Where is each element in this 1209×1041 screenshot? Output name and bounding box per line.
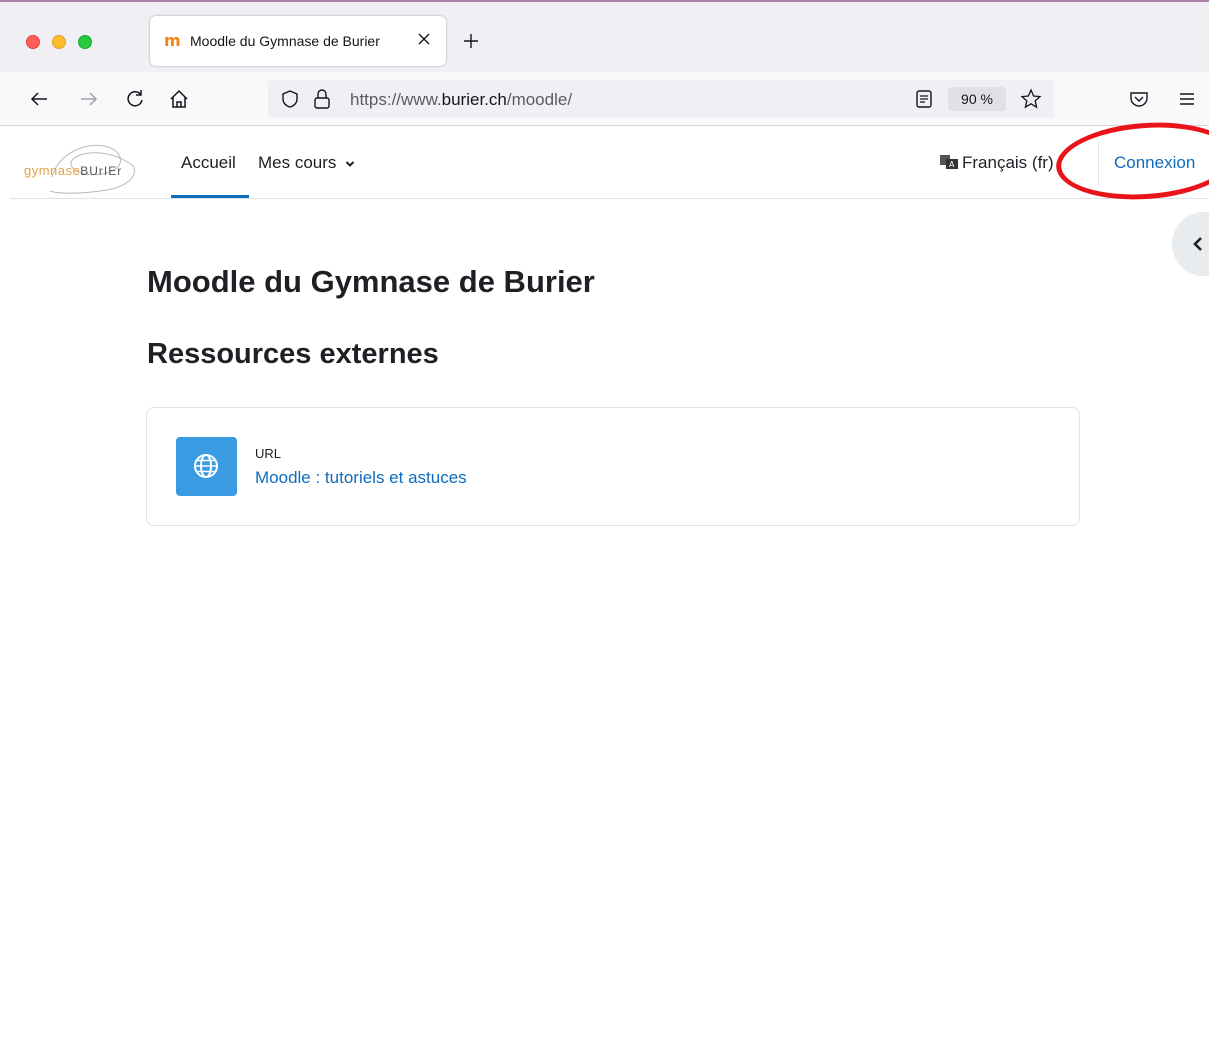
- block-drawer-toggle[interactable]: [1172, 212, 1209, 276]
- globe-icon: [194, 454, 218, 478]
- nav-my-courses-label: Mes cours: [258, 153, 337, 172]
- logo-text-gymnase: gymnase: [24, 163, 81, 178]
- close-icon[interactable]: [416, 31, 432, 47]
- logo-text-burier: BUrIEr: [80, 164, 123, 178]
- window-minimize-button[interactable]: [52, 35, 66, 49]
- arrow-left-icon[interactable]: [28, 88, 50, 110]
- window-close-button[interactable]: [26, 35, 40, 49]
- svg-text:A: A: [949, 160, 955, 169]
- language-label: Français (fr): [962, 153, 1054, 172]
- reload-icon[interactable]: [124, 88, 146, 110]
- activity-link[interactable]: Moodle : tutoriels et astuces: [255, 468, 467, 488]
- url-domain: burier.ch: [441, 90, 507, 109]
- home-icon[interactable]: [168, 88, 190, 110]
- reader-view-icon[interactable]: [914, 89, 934, 109]
- header-divider: [1098, 141, 1099, 185]
- shield-icon[interactable]: [280, 89, 300, 109]
- star-icon[interactable]: [1020, 88, 1042, 110]
- new-tab-icon[interactable]: [462, 32, 480, 50]
- url-text[interactable]: https://www.burier.ch/moodle/: [350, 90, 572, 110]
- login-link[interactable]: Connexion: [1114, 153, 1195, 173]
- url-path: /moodle/: [506, 90, 573, 109]
- language-icon: A: [940, 155, 958, 169]
- browser-toolbar: https://www.burier.ch/moodle/ 90 %: [0, 72, 1209, 126]
- pocket-icon[interactable]: [1128, 88, 1150, 110]
- arrow-right-icon[interactable]: [78, 88, 100, 110]
- language-menu[interactable]: A Français (fr): [940, 153, 1054, 173]
- activity-icon[interactable]: [176, 437, 237, 496]
- window-accent-line: [0, 0, 1209, 2]
- zoom-level-button[interactable]: 90 %: [948, 87, 1006, 111]
- site-header: gymnaseBUrIEr Accueil Mes cours A França…: [10, 127, 1209, 199]
- chevron-down-icon: [345, 160, 355, 167]
- browser-tab-bar: m Moodle du Gymnase de Burier: [0, 0, 1209, 72]
- chevron-left-icon: [1193, 237, 1202, 251]
- page-title: Moodle du Gymnase de Burier: [147, 264, 595, 299]
- site-logo[interactable]: gymnaseBUrIEr: [24, 137, 148, 194]
- nav-home-link[interactable]: Accueil: [181, 153, 236, 173]
- activity-card: URL Moodle : tutoriels et astuces: [146, 407, 1080, 526]
- nav-active-indicator: [171, 195, 249, 198]
- section-title: Ressources externes: [147, 338, 439, 370]
- activity-type-label: URL: [255, 446, 282, 461]
- hamburger-menu-icon[interactable]: [1176, 88, 1198, 110]
- logo-text: gymnaseBUrIEr: [24, 163, 122, 178]
- window-zoom-button[interactable]: [78, 35, 92, 49]
- tab-title: Moodle du Gymnase de Burier: [190, 33, 380, 49]
- address-bar[interactable]: https://www.burier.ch/moodle/ 90 %: [268, 80, 1054, 118]
- moodle-favicon-icon: m: [164, 31, 181, 50]
- url-prefix: https://www.: [350, 90, 442, 109]
- lock-icon[interactable]: [312, 88, 332, 110]
- browser-tab-active[interactable]: m Moodle du Gymnase de Burier: [150, 16, 446, 66]
- nav-my-courses-dropdown[interactable]: Mes cours: [258, 153, 355, 173]
